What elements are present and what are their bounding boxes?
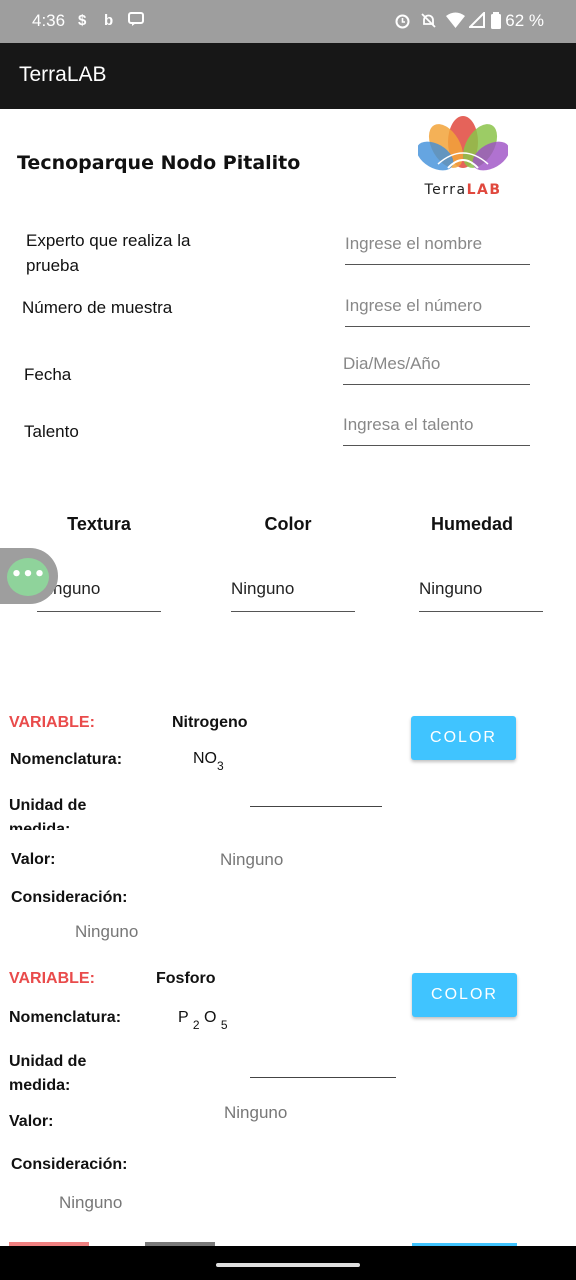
unit-input[interactable] [250, 1077, 396, 1078]
color-button[interactable]: COLOR [411, 716, 516, 760]
variable-label: VARIABLE: [9, 970, 95, 987]
mute-icon [420, 12, 437, 33]
consideration-text: Ninguno [59, 1193, 123, 1212]
consideration-label: Consideración: [11, 889, 128, 906]
alarm-icon [394, 12, 411, 33]
talent-input[interactable]: Ingresa el talento [343, 415, 530, 446]
message-icon [128, 12, 144, 31]
terralab-logo: TerraLAB [416, 112, 510, 202]
logo-text: TerraLAB [424, 182, 502, 198]
formula: P 2 O 5 [178, 1009, 228, 1032]
cell-signal-icon [467, 10, 485, 32]
bing-icon: b [104, 12, 114, 29]
wifi-icon [446, 12, 465, 32]
status-bar: 4:36 $ b 62 % [0, 0, 576, 43]
status-time: 4:36 [32, 11, 66, 30]
consideration-text: Ninguno [75, 922, 139, 941]
signal-s-icon: $ [78, 12, 87, 29]
date-input[interactable]: Dia/Mes/Año [343, 354, 530, 385]
unit-label: Unidad de medida: [9, 1053, 87, 1090]
navigation-bar [0, 1246, 576, 1280]
value-text: Ninguno [224, 1103, 288, 1122]
nomenclature-label: Nomenclatura: [9, 1009, 122, 1026]
page-title: Tecnoparque Nodo Pitalito [17, 152, 301, 174]
home-gesture-pill[interactable] [216, 1263, 360, 1267]
unit-label: Unidad de medida: [9, 797, 87, 830]
date-label: Fecha [24, 365, 72, 384]
value-text: Ninguno [220, 850, 284, 869]
sample-number-label: Número de muestra [22, 298, 173, 317]
variable-name: Nitrogeno [172, 714, 248, 731]
unit-input[interactable] [250, 806, 382, 807]
texture-header: Textura [67, 514, 131, 534]
humidity-header: Humedad [430, 514, 513, 534]
humidity-select[interactable]: Ninguno [419, 579, 543, 612]
lotus-logo-icon [416, 116, 510, 171]
variable-label: VARIABLE: [9, 714, 95, 731]
battery-percent: 62 % [505, 11, 544, 30]
color-select[interactable]: Ninguno [231, 579, 355, 612]
battery-icon [491, 12, 501, 33]
chat-bubble-icon[interactable]: ••• [7, 558, 49, 596]
variable-name: Fosforo [156, 970, 216, 987]
nomenclature-label: Nomenclatura: [10, 751, 123, 768]
app-bar: TerraLAB [0, 43, 576, 109]
app-title: TerraLAB [19, 63, 107, 86]
expert-name-input[interactable]: Ingrese el nombre [345, 234, 530, 265]
talent-label: Talento [24, 422, 79, 441]
value-label: Valor: [9, 1113, 54, 1130]
formula: NO3 [193, 750, 224, 773]
color-button[interactable]: COLOR [412, 973, 517, 1017]
consideration-label: Consideración: [11, 1156, 128, 1173]
value-label: Valor: [11, 851, 56, 868]
sample-number-input[interactable]: Ingrese el número [345, 296, 530, 327]
expert-label: Experto que realiza la prueba [26, 231, 191, 275]
color-header: Color [264, 514, 312, 534]
